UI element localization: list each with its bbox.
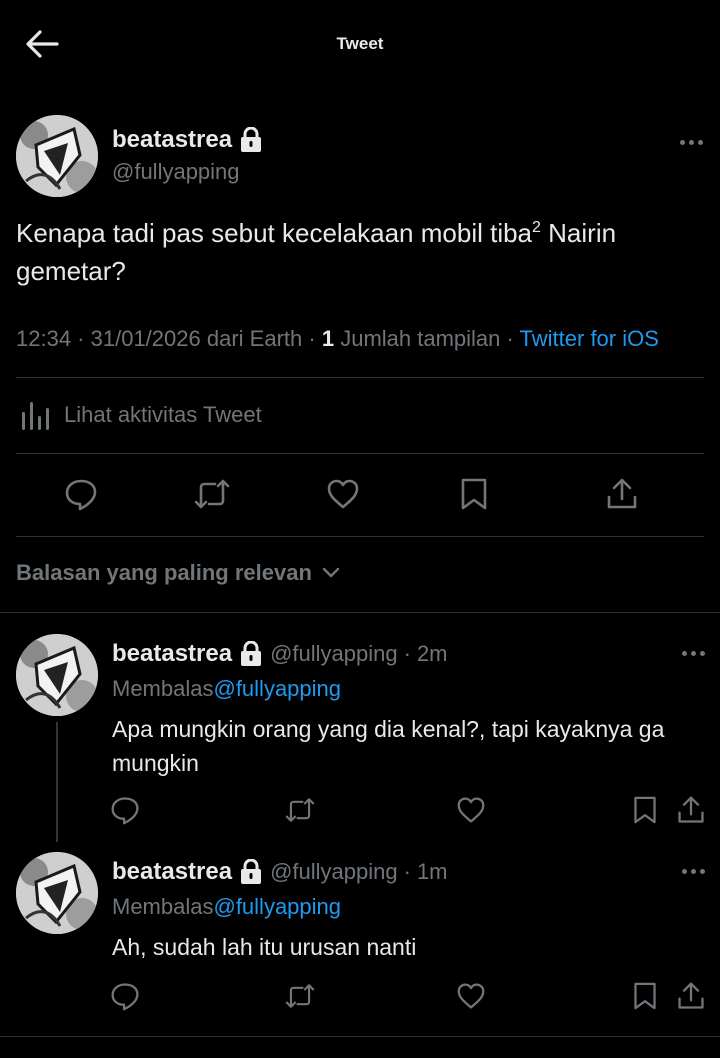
divider xyxy=(16,536,704,537)
heart-icon xyxy=(457,797,485,823)
retweet-button[interactable] xyxy=(188,470,236,518)
bookmark-icon xyxy=(634,982,656,1010)
tweet-meta: 12:34 · 31/01/2026 dari Earth · 1 Jumlah… xyxy=(16,326,659,351)
heart-icon xyxy=(327,479,359,509)
views-count: 1 xyxy=(321,326,335,351)
page-title: Tweet xyxy=(336,34,384,53)
reply-icon xyxy=(111,983,139,1011)
mention-link[interactable]: @fullyapping xyxy=(213,894,341,919)
analytics-icon xyxy=(22,402,49,430)
lock-icon xyxy=(241,859,262,884)
avatar[interactable] xyxy=(16,852,98,934)
top-bar: Tweet xyxy=(0,0,720,88)
reply-header: beatastrea @fullyapping · 1m xyxy=(112,858,448,886)
reply-button[interactable] xyxy=(57,470,105,518)
display-name[interactable]: beatastrea xyxy=(112,858,232,886)
display-name[interactable]: beatastrea xyxy=(112,126,262,154)
tweet-date: 31/01/2026 xyxy=(90,326,201,351)
like-button[interactable] xyxy=(319,470,367,518)
tweet-activity-link[interactable]: Lihat aktivitas Tweet xyxy=(20,398,262,432)
share-button[interactable] xyxy=(671,790,711,830)
lock-icon xyxy=(241,127,262,152)
reply-text: Ah, sudah lah itu urusan nanti xyxy=(112,934,417,960)
tweet-time: 12:34 xyxy=(16,326,72,351)
source-link[interactable]: Twitter for iOS xyxy=(520,326,659,351)
handle[interactable]: @fullyapping xyxy=(270,859,398,885)
like-button[interactable] xyxy=(451,976,491,1016)
reply-text: Apa mungkin orang yang dia kenal?, tapi … xyxy=(112,716,665,776)
mention-link[interactable]: @fullyapping xyxy=(213,676,341,701)
divider xyxy=(16,377,704,378)
bookmark-icon xyxy=(461,478,487,510)
avatar[interactable] xyxy=(16,115,98,197)
like-button[interactable] xyxy=(451,790,491,830)
bookmark-button[interactable] xyxy=(625,976,665,1016)
display-name[interactable]: beatastrea xyxy=(112,640,232,668)
bookmark-icon xyxy=(634,796,656,824)
handle[interactable]: @fullyapping xyxy=(112,159,240,185)
tweet-actions xyxy=(0,470,720,520)
more-icon[interactable] xyxy=(680,140,703,145)
reply-item[interactable]: beatastrea @fullyapping · 1m Membalas@fu… xyxy=(0,852,720,1042)
reply-time[interactable]: 1m xyxy=(417,859,448,885)
retweet-button[interactable] xyxy=(280,976,320,1016)
share-icon xyxy=(607,478,637,509)
more-icon[interactable] xyxy=(682,869,705,874)
divider xyxy=(0,612,720,613)
thread-line xyxy=(56,722,58,842)
share-button[interactable] xyxy=(671,976,711,1016)
divider xyxy=(0,1036,720,1037)
reply-icon xyxy=(111,797,139,825)
retweet-icon xyxy=(285,984,315,1008)
lock-icon xyxy=(241,641,262,666)
bookmark-button[interactable] xyxy=(450,470,498,518)
reply-item[interactable]: beatastrea @fullyapping · 2m Membalas@fu… xyxy=(0,634,720,842)
reply-sort-dropdown[interactable]: Balasan yang paling relevan xyxy=(16,560,340,586)
reply-button[interactable] xyxy=(105,976,145,1016)
share-icon xyxy=(678,796,704,823)
divider xyxy=(16,453,704,454)
replying-to: Membalas@fullyapping xyxy=(112,894,342,919)
retweet-icon xyxy=(285,798,315,822)
replying-to: Membalas@fullyapping xyxy=(112,676,342,701)
avatar[interactable] xyxy=(16,634,98,716)
tweet-text: Kenapa tadi pas sebut kecelakaan mobil t… xyxy=(16,218,617,286)
reply-header: beatastrea @fullyapping · 2m xyxy=(112,640,448,668)
reply-time[interactable]: 2m xyxy=(417,641,448,667)
chevron-down-icon xyxy=(322,567,340,578)
more-icon[interactable] xyxy=(682,651,705,656)
retweet-button[interactable] xyxy=(280,790,320,830)
reply-button[interactable] xyxy=(105,790,145,830)
bookmark-button[interactable] xyxy=(625,790,665,830)
views-label: Jumlah tampilan xyxy=(340,326,501,351)
retweet-icon xyxy=(194,479,230,509)
heart-icon xyxy=(457,983,485,1009)
handle[interactable]: @fullyapping xyxy=(270,641,398,667)
share-button[interactable] xyxy=(598,470,646,518)
share-icon xyxy=(678,982,704,1009)
reply-icon xyxy=(65,479,97,511)
